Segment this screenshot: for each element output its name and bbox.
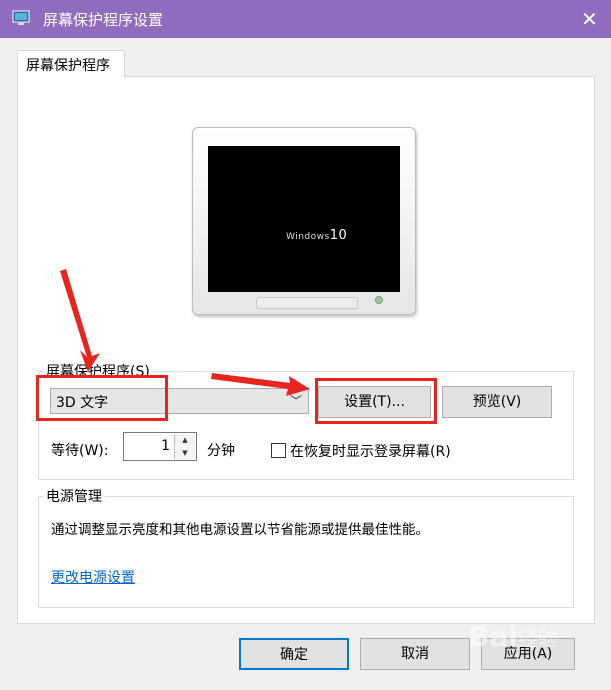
monitor-preview: Windows10	[192, 127, 416, 317]
monitor-slot	[256, 297, 358, 309]
monitor-app-icon	[12, 10, 30, 25]
preview-text-big: 10	[329, 228, 348, 243]
tab-screensaver[interactable]: 屏幕保护程序	[17, 50, 125, 78]
close-icon: ✕	[581, 7, 598, 31]
wait-label: 等待(W):	[51, 443, 109, 459]
change-power-settings-link[interactable]: 更改电源设置	[51, 567, 135, 587]
preview-text-small: Windows	[286, 232, 330, 242]
power-group	[38, 496, 574, 608]
power-led-icon	[375, 296, 383, 304]
power-description: 通过调整显示亮度和其他电源设置以节省能源或提供最佳性能。	[51, 522, 429, 538]
tab-label: 屏幕保护程序	[26, 58, 110, 74]
resume-login-checkbox[interactable]	[271, 443, 286, 458]
stepper-down-icon[interactable]: ▼	[174, 447, 195, 459]
window-title: 屏幕保护程序设置	[43, 11, 164, 29]
wait-unit-label: 分钟	[207, 443, 235, 459]
chevron-down-icon: ﹀	[289, 394, 302, 408]
wait-stepper[interactable]: 1 ▲ ▼	[123, 432, 197, 461]
screensaver-dialog: 屏幕保护程序设置 ✕ 屏幕保护程序 Windows10 屏幕保护程序(S) 3D…	[0, 0, 611, 690]
preview-button[interactable]: 预览(V)	[442, 386, 552, 418]
screensaver-group-label: 屏幕保护程序(S)	[43, 361, 153, 381]
screensaver-select[interactable]: 3D 文字 ﹀	[50, 388, 309, 414]
preview-logo-text: Windows10	[286, 228, 347, 243]
watermark: Bai经验	[468, 620, 558, 653]
screensaver-selected-value: 3D 文字	[56, 395, 109, 411]
stepper-up-icon[interactable]: ▲	[174, 434, 195, 446]
title-bar: 屏幕保护程序设置 ✕	[0, 0, 611, 38]
wait-value: 1	[161, 438, 170, 454]
ok-button[interactable]: 确定	[239, 638, 349, 670]
preview-screen: Windows10	[208, 146, 400, 292]
cancel-button[interactable]: 取消	[360, 638, 470, 670]
power-group-label: 电源管理	[43, 486, 105, 506]
watermark-text: Bai	[468, 620, 518, 653]
watermark-suffix: 经验	[517, 627, 558, 651]
settings-button[interactable]: 设置(T)...	[318, 386, 431, 418]
resume-login-label[interactable]: 在恢复时显示登录屏幕(R)	[290, 441, 451, 461]
close-button[interactable]: ✕	[565, 0, 611, 38]
